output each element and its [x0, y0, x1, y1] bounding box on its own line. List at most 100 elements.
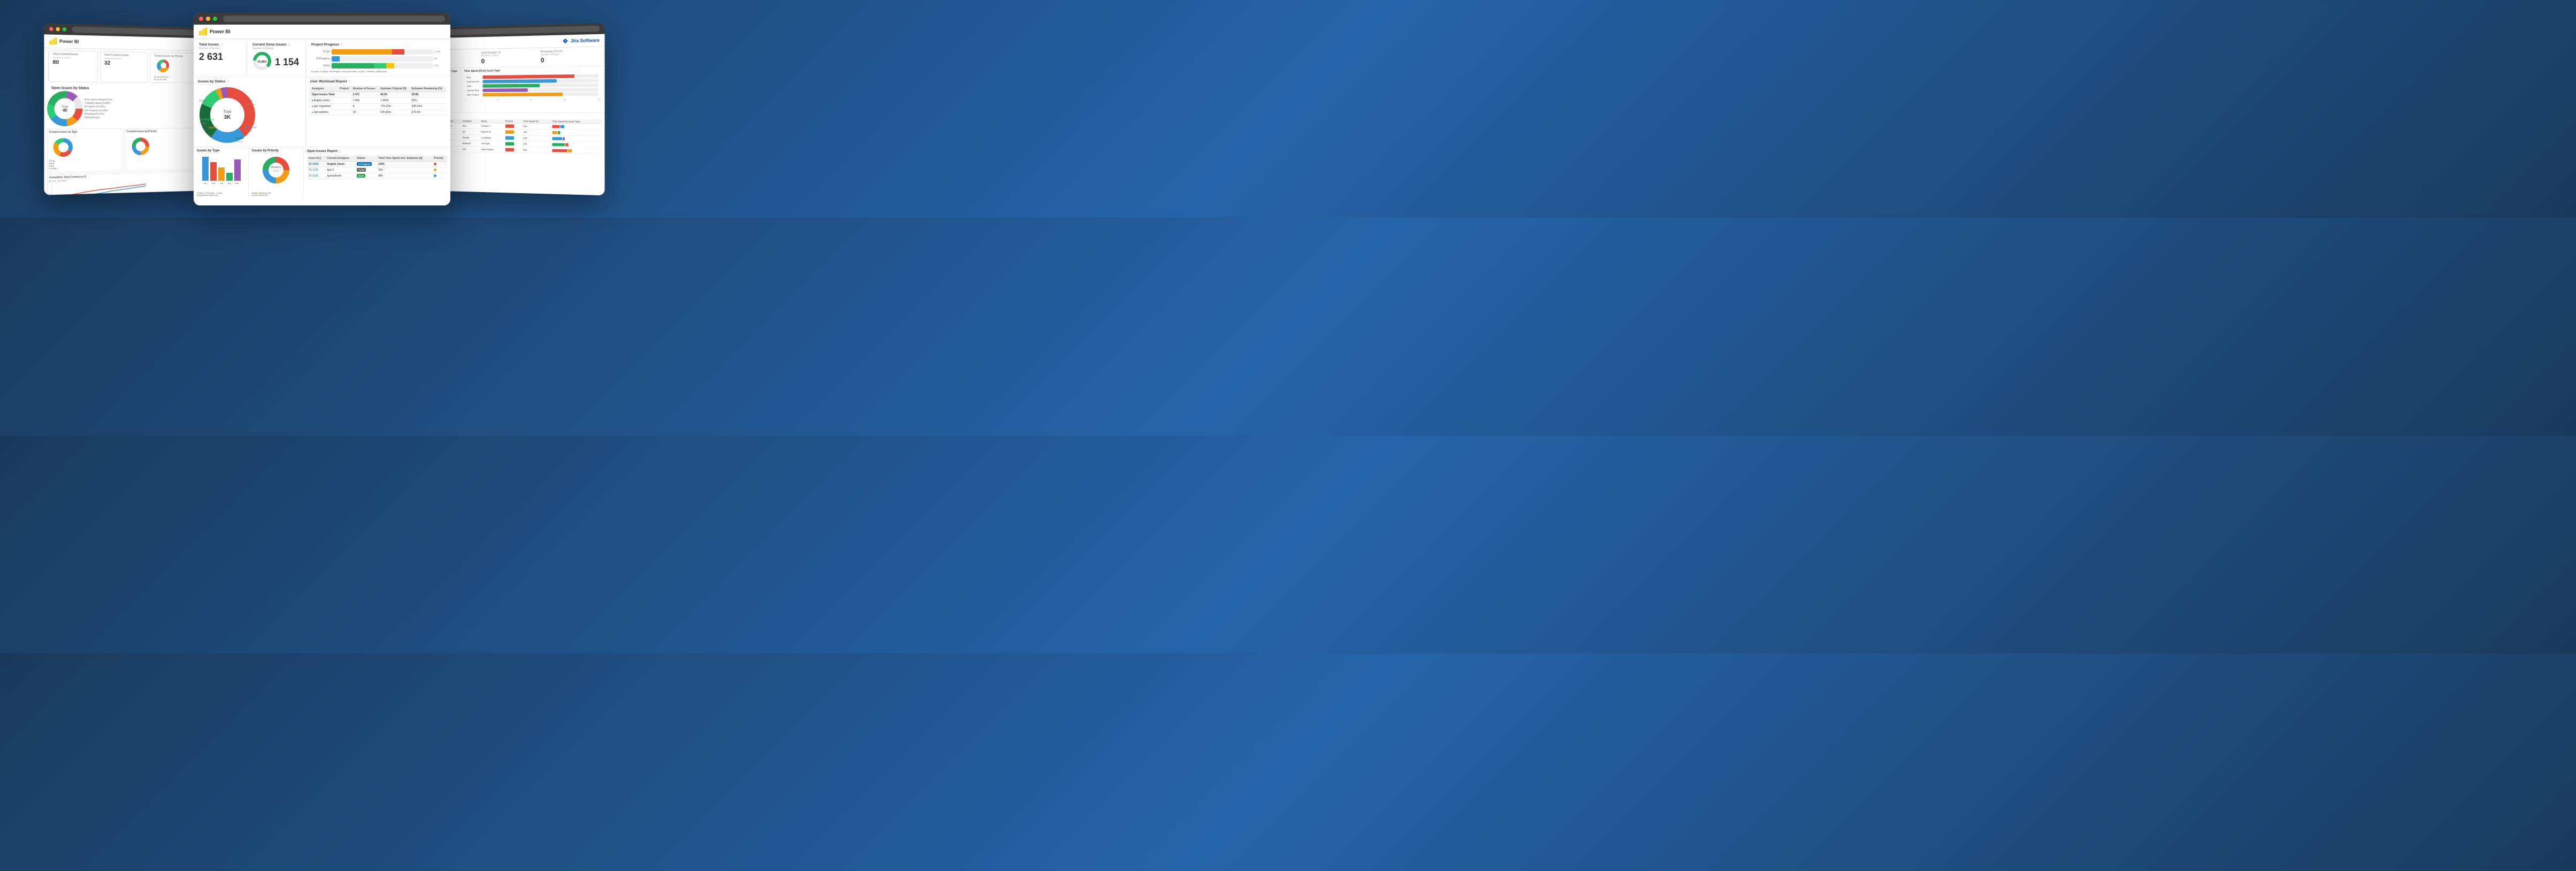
- center-maximize-icon[interactable]: [213, 17, 217, 21]
- svg-text:43.88%: 43.88%: [258, 60, 267, 64]
- svg-text:3.7%: 3.7%: [273, 170, 279, 172]
- issues-priority-pie-icon: Medium 3.7%: [252, 154, 300, 189]
- table-row: ■ Igor Zapolitski 8 775-21m 435-43m: [310, 103, 446, 109]
- right-addressbar[interactable]: [445, 25, 600, 35]
- left-open-issues-section: Open Issues by Status: [44, 83, 200, 127]
- time-bar-task: Task: [467, 83, 599, 87]
- table-row: ■ Angela Jones 1 404 1 460h 50%: [310, 97, 446, 103]
- svg-text:New...: New...: [235, 182, 240, 185]
- left-stat-total-created: Total Created Issues Number of Issues 80: [48, 50, 98, 82]
- total-issues-sublabel: Number of Issues: [199, 47, 241, 50]
- oi-row3-priority: [432, 173, 447, 179]
- done-label: Done: [311, 64, 330, 67]
- roi-col-time: Time Spent (#): [523, 119, 551, 123]
- open-issues-report-label: Open Issues Report: [307, 150, 338, 153]
- center-project-progress: Project Progress ⓘ To Do 1 400 In Progre…: [306, 39, 450, 77]
- right-jira-logo: Jira Software: [563, 37, 600, 44]
- close-icon[interactable]: [49, 27, 53, 31]
- roi-r3-priority: [504, 135, 523, 141]
- time-bar-imp-label: Improvement: [467, 80, 481, 83]
- roi-r2-priority: [504, 129, 523, 135]
- left-browser-window: Power BI Total Created Issues Number of …: [44, 23, 200, 195]
- row2-issues: 1 404: [351, 97, 379, 103]
- workload-header: User Workload Report ⓘ: [310, 79, 446, 84]
- oi-col-key: Issue Key: [307, 156, 326, 162]
- roi-r5-priority: [504, 147, 523, 153]
- done-issues-content: 43.88% 1 154: [252, 51, 300, 73]
- inprogress-label: In Progress: [311, 57, 330, 60]
- minimize-icon[interactable]: [56, 27, 60, 31]
- roi-col-category: Category: [462, 119, 480, 123]
- time-bar-feature-label: New Feature: [467, 93, 481, 96]
- roi-col-priority: Priority: [504, 119, 523, 123]
- left-addressbar[interactable]: [72, 26, 196, 35]
- svg-text:21.62%: 21.62%: [235, 140, 243, 143]
- workload-label: User Workload Report: [310, 80, 347, 83]
- center-powerbi-logo-icon: [199, 28, 208, 35]
- right-sprint-duration-stat: Sprint Duration (#) Number of Days 0: [481, 50, 538, 65]
- oi-row2-time: 43h: [377, 167, 432, 173]
- time-bar-feature: New Feature: [467, 92, 599, 96]
- type-bar: [553, 149, 568, 152]
- closed-priority-pie-icon: [154, 57, 173, 72]
- time-bar-improvement: Improvement: [467, 79, 599, 83]
- table-row: OI-1235 Igor Z. To Do 43h: [307, 167, 447, 173]
- left-stat-val-1: 80: [53, 58, 94, 66]
- maximize-icon[interactable]: [63, 27, 67, 32]
- center-user-workload: User Workload Report ⓘ Assignee Project …: [306, 77, 450, 147]
- center-minimize-icon[interactable]: [206, 17, 210, 21]
- center-content: Power BI Total Issues ⓘ Number of Issues…: [194, 25, 450, 205]
- roi-r5-type: [551, 147, 602, 154]
- type-bars: [553, 149, 601, 152]
- right-time-spent-section: Time Spent (h) by Issue Type Bug Improve…: [461, 66, 604, 112]
- col-project: Project: [338, 86, 351, 92]
- priority-color-block: [505, 148, 514, 151]
- done-issues-val-block: 1 154: [275, 57, 299, 68]
- center-close-icon[interactable]: [199, 17, 203, 21]
- done-issues-header: Current Done Issues ⓘ: [252, 42, 300, 47]
- open-issues-donut-icon: Total 40: [47, 90, 82, 126]
- oi-row3-status: Done: [355, 173, 377, 179]
- left-content: Power BI Total Created Issues Number of …: [44, 34, 200, 195]
- svg-text:40: 40: [63, 108, 67, 112]
- issues-status-label: Issues by Status: [198, 80, 225, 83]
- row2-orig: 1 460h: [379, 97, 410, 103]
- oi-row2-key: OI-1235: [307, 167, 326, 173]
- inprogress-seg1: [332, 56, 340, 62]
- center-addressbar[interactable]: [223, 16, 445, 22]
- svg-text:Open: Open: [246, 100, 252, 103]
- row1-issues: 1 471: [351, 91, 379, 97]
- roi-r1-name: Feature A: [480, 123, 504, 128]
- roi-r4-time: 67h: [523, 141, 551, 147]
- workload-info-icon: ⓘ: [348, 79, 351, 84]
- row4-project: [338, 109, 351, 115]
- roi-r4-name: API Task: [480, 140, 504, 146]
- created-priority-pie-icon: [127, 134, 156, 156]
- svg-text:Imp.: Imp.: [204, 182, 208, 185]
- oi-row1-time: 125h: [377, 161, 432, 167]
- issues-status-donut-icon: Total 3K Open 39.57% Done display In Pro…: [198, 86, 257, 144]
- time-bar-internal: Internal Task: [467, 88, 599, 92]
- issues-status-content: Total 3K Open 39.57% Done display In Pro…: [198, 86, 301, 144]
- svg-text:3K: 3K: [224, 114, 232, 120]
- row1-orig: 42.3h: [379, 91, 410, 97]
- type-bar: [553, 125, 560, 128]
- axis-30: 30: [564, 98, 566, 101]
- roi-r5-time: 91h: [523, 147, 551, 153]
- type-bars: [553, 142, 601, 146]
- open-issues-report-info-icon: ⓘ: [339, 149, 342, 154]
- left-open-issues-legend: ■ Per-Issues change (9.5%) ■ Waiting sup…: [85, 97, 112, 119]
- priority-icon: [434, 169, 436, 171]
- done-seg2: [374, 63, 386, 68]
- left-open-issues-donut: Total 40: [47, 90, 82, 126]
- svg-text:Bug: Bug: [228, 182, 231, 185]
- project-progress-header: Project Progress ⓘ: [311, 42, 445, 47]
- svg-text:Task: Task: [211, 182, 215, 185]
- center-issues-by-type: Issues by Type Imp. Task Late Bug New.: [194, 147, 249, 198]
- roi-r4-type: [551, 141, 602, 148]
- type-bars: [553, 136, 601, 140]
- left-cumulative-chart: Cumulative Total Created vs Cl ■ Closed …: [47, 171, 197, 195]
- time-bar-task-fill: [482, 83, 539, 87]
- table-row: OI-1236 Igorsademic Done 88h: [307, 173, 447, 179]
- status-badge: Done: [357, 174, 365, 178]
